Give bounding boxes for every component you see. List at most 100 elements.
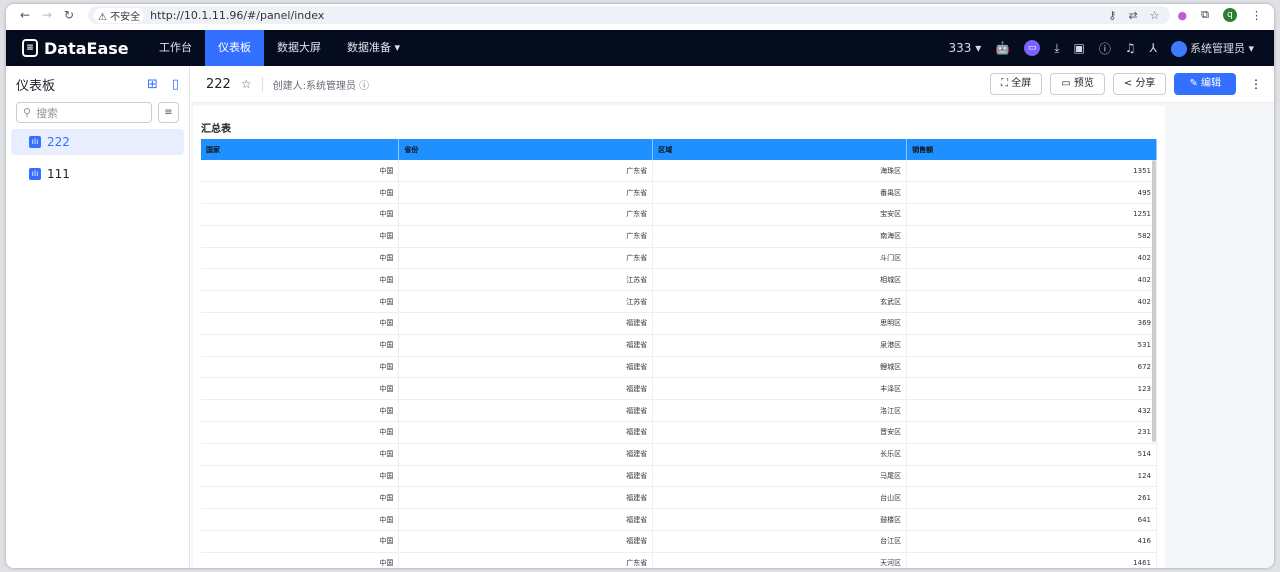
user-menu[interactable]: 系统管理员 ▾ <box>1170 40 1254 57</box>
edit-button[interactable]: ✎ 编辑 <box>1174 73 1236 95</box>
download-icon[interactable]: ⤓ <box>1054 41 1059 56</box>
bookmark-star-icon[interactable]: ☆ <box>1150 9 1160 22</box>
help-icon[interactable]: ⓘ <box>1099 40 1111 57</box>
table-cell: 思明区 <box>652 312 908 335</box>
robot-icon[interactable]: 🤖 <box>995 41 1010 55</box>
table-cell: 中国 <box>201 356 400 379</box>
new-folder-icon[interactable]: ⊞ <box>147 77 158 92</box>
browser-toolbar: ← → ↻ ⚠ 不安全 http://10.1.11.96/#/panel/in… <box>6 4 1274 26</box>
share-button[interactable]: < 分享 <box>1112 73 1167 95</box>
bell-icon[interactable]: ♫ <box>1125 41 1136 55</box>
table-cell: 晋安区 <box>652 421 908 444</box>
table-cell: 中国 <box>201 421 400 444</box>
more-icon[interactable]: ⋮ <box>1250 77 1262 91</box>
table-row: 中国 福建省 台江区 416 <box>201 530 1157 553</box>
table-cell: 中国 <box>201 247 400 270</box>
table-cell: 中国 <box>201 181 400 205</box>
sidebar-item-222[interactable]: ılı 222 <box>11 129 184 155</box>
avatar <box>1170 40 1187 57</box>
table-cell: 369 <box>906 312 1157 335</box>
table-cell: 福建省 <box>398 486 654 510</box>
security-indicator[interactable]: ⚠ 不安全 <box>94 7 145 23</box>
main-area: 222 ☆ 创建人:系统管理员 ⓘ ⛶ 全屏 ▭ 预览 < 分享 ✎ 编辑 ⋮ … <box>191 66 1274 568</box>
table-cell: 广东省 <box>398 552 654 568</box>
preview-button[interactable]: ▭ 预览 <box>1050 73 1105 95</box>
nav-dashboard[interactable]: 仪表板 <box>205 30 264 66</box>
table-row: 中国 广东省 番禺区 495 <box>201 181 1157 205</box>
table-row: 中国 福建省 洛江区 432 <box>201 399 1157 423</box>
table-cell: 中国 <box>201 290 400 314</box>
table-cell: 1351 <box>906 160 1157 183</box>
table-cell: 中国 <box>201 508 400 532</box>
table-cell: 宝安区 <box>652 203 908 226</box>
dashboard-title: 222 <box>206 76 231 92</box>
table-scrollbar[interactable] <box>1152 160 1156 442</box>
favorite-star-icon[interactable]: ☆ <box>241 77 252 91</box>
extension-brain-icon[interactable]: ● <box>1178 9 1188 22</box>
table-cell: 261 <box>906 486 1157 510</box>
table-cell: 鲤城区 <box>652 356 908 379</box>
table-cell: 广东省 <box>398 181 654 205</box>
extensions-icon[interactable]: ⧉ <box>1201 8 1209 22</box>
table-cell: 402 <box>906 268 1157 292</box>
sidebar-item-111[interactable]: ılı 111 <box>11 161 184 187</box>
browser-menu-icon[interactable]: ⋮ <box>1251 9 1262 22</box>
browser-window: ← → ↻ ⚠ 不安全 http://10.1.11.96/#/panel/in… <box>6 4 1274 568</box>
table-cell: 672 <box>906 356 1157 379</box>
table-cell: 台山区 <box>652 486 908 510</box>
table-cell: 中国 <box>201 334 400 357</box>
table-cell: 231 <box>906 421 1157 444</box>
table-cell: 福建省 <box>398 399 654 423</box>
table-cell: 402 <box>906 247 1157 270</box>
column-header[interactable]: 区域 <box>652 139 908 160</box>
sort-button[interactable]: ≡ <box>158 102 179 123</box>
table-cell: 641 <box>906 508 1157 532</box>
table-cell: 中国 <box>201 160 400 183</box>
nav-data-screen[interactable]: 数据大屏 <box>264 30 334 66</box>
table-cell: 天河区 <box>652 552 908 568</box>
forward-icon[interactable]: → <box>36 8 58 22</box>
nav-data-prep[interactable]: 数据准备 ▾ <box>334 30 413 66</box>
table-cell: 福建省 <box>398 334 654 357</box>
column-header[interactable]: 省份 <box>398 139 654 160</box>
address-bar[interactable]: ⚠ 不安全 http://10.1.11.96/#/panel/index ⚷ ⇄… <box>88 6 1170 24</box>
table-cell: 广东省 <box>398 247 654 270</box>
table-cell: 中国 <box>201 268 400 292</box>
table-cell: 1251 <box>906 203 1157 226</box>
fullscreen-button[interactable]: ⛶ 全屏 <box>990 73 1043 95</box>
table-cell: 台江区 <box>652 530 908 553</box>
profile-avatar[interactable]: q <box>1223 8 1237 22</box>
reload-icon[interactable]: ↻ <box>58 8 80 22</box>
search-input[interactable]: ⚲ 搜索 <box>16 102 152 123</box>
chat-icon[interactable]: ▭ <box>1024 40 1041 56</box>
table-cell: 中国 <box>201 203 400 226</box>
table-cell: 福建省 <box>398 465 654 488</box>
table-cell: 江苏省 <box>398 290 654 314</box>
column-header[interactable]: 国家 <box>201 139 400 160</box>
table-cell: 416 <box>906 530 1157 553</box>
table-cell: 中国 <box>201 377 400 401</box>
table-title: 汇总表 <box>201 124 231 135</box>
table-cell: 长乐区 <box>652 443 908 466</box>
table-cell: 福建省 <box>398 443 654 466</box>
column-header[interactable]: 销售额 <box>906 139 1157 160</box>
new-dashboard-icon[interactable]: ▯ <box>172 77 179 92</box>
table-cell: 中国 <box>201 465 400 488</box>
table-row: 中国 江苏省 相城区 402 <box>201 268 1157 292</box>
search-icon: ⚲ <box>23 106 32 119</box>
table-row: 中国 江苏省 玄武区 402 <box>201 290 1157 314</box>
info-icon[interactable]: ⓘ <box>359 81 369 92</box>
nav-workbench[interactable]: 工作台 <box>146 30 205 66</box>
logo[interactable]: ≡ DataEase <box>6 39 146 58</box>
briefcase-icon[interactable]: ▣ <box>1074 41 1085 55</box>
key-icon[interactable]: ⚷ <box>1108 9 1116 22</box>
table-row: 中国 广东省 斗门区 402 <box>201 247 1157 270</box>
table-cell: 福建省 <box>398 377 654 401</box>
table-cell: 鼓楼区 <box>652 508 908 532</box>
table-cell: 广东省 <box>398 203 654 226</box>
org-switcher[interactable]: 333 ▾ <box>948 41 981 55</box>
back-icon[interactable]: ← <box>14 8 36 22</box>
org-tree-icon[interactable]: ⅄ <box>1150 41 1157 55</box>
translate-icon[interactable]: ⇄ <box>1128 9 1137 22</box>
table-cell: 广东省 <box>398 225 654 248</box>
